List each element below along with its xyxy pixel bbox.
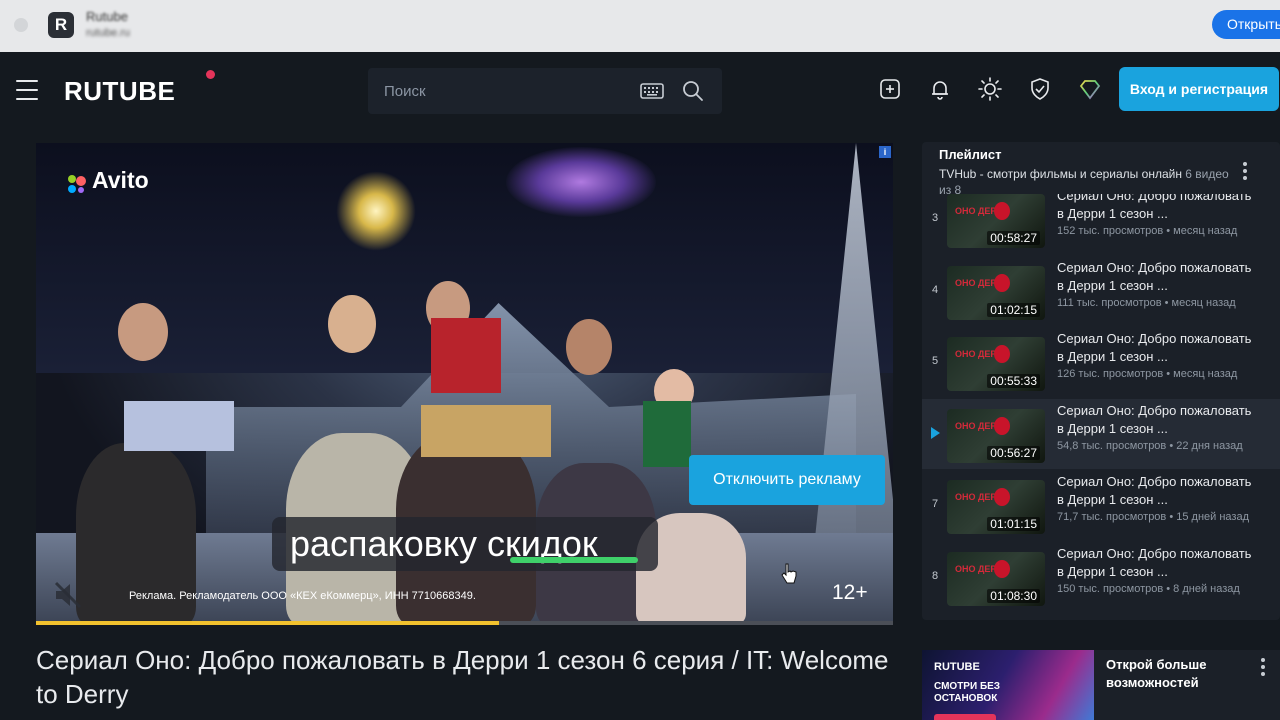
- playlist-item-title[interactable]: Сериал Оно: Добро пожаловать в Дерри 1 с…: [1057, 330, 1257, 366]
- playlist-item-title[interactable]: Сериал Оно: Добро пожаловать в Дерри 1 с…: [1057, 473, 1257, 509]
- playlist-more-icon[interactable]: [1240, 162, 1250, 182]
- playlist-item-meta: 126 тыс. просмотров • месяц назад: [1057, 368, 1238, 380]
- rutube-logo[interactable]: RUTUBE: [64, 76, 175, 107]
- ornament-icon: [206, 70, 215, 79]
- playlist-item[interactable]: 8 ОНО ДЕРРИ 01:08:30 Сериал Оно: Добро пожа…: [922, 542, 1280, 612]
- playlist-item[interactable]: 7 ОНО ДЕРРИ 01:01:15 Сериал Оно: Добро пожа…: [922, 470, 1280, 540]
- ad-person-head: [566, 319, 612, 375]
- install-app-bar: R Rutube rutube.ru Открыть: [0, 0, 1280, 52]
- playlist-item[interactable]: 3 ОНО ДЕРРИ 00:58:27 Сериал Оно: Добро пожа…: [922, 194, 1280, 254]
- playlist-item-meta: 54,8 тыс. просмотров • 22 дня назад: [1057, 439, 1243, 452]
- video-duration: 00:55:33: [987, 374, 1040, 388]
- playlist-item-number: 8: [931, 569, 939, 582]
- playlist-item-thumbnail[interactable]: ОНО ДЕРРИ 01:02:15: [947, 265, 1045, 320]
- progress-fill: [36, 621, 499, 625]
- video-duration: 01:08:30: [987, 588, 1040, 603]
- balloon-icon: [994, 559, 1010, 578]
- playlist-item-number: 4: [931, 283, 939, 296]
- theme-sun-icon[interactable]: [977, 76, 1003, 102]
- firework-gold: [336, 171, 416, 251]
- promo-more-icon[interactable]: [1258, 658, 1268, 678]
- promo-pill: [934, 714, 996, 720]
- close-dot-icon[interactable]: [14, 18, 28, 32]
- playlist-item-title[interactable]: Сериал Оно: Добро пожаловать в Дерри 1 с…: [1057, 194, 1257, 223]
- search-bar: [368, 68, 722, 114]
- age-rating: 12+: [832, 581, 868, 604]
- playlist-item-number: 7: [931, 498, 939, 510]
- playlist-title: Плейлист: [939, 147, 1002, 162]
- playlist-item-title[interactable]: Сериал Оно: Добро пожаловать в Дерри 1 с…: [1057, 402, 1257, 438]
- shield-check-icon[interactable]: [1027, 76, 1053, 102]
- playlist-item-meta: 150 тыс. просмотров • 8 дней назад: [1057, 582, 1240, 595]
- login-register-button[interactable]: Вход и регистрация: [1119, 67, 1279, 111]
- video-player[interactable]: Avito i распаковку скидок Отключить рекл…: [36, 143, 893, 625]
- upload-plus-icon[interactable]: [877, 76, 903, 102]
- search-input[interactable]: [384, 78, 624, 104]
- playlist-item-title[interactable]: Сериал Оно: Добро пожаловать в Дерри 1 с…: [1057, 259, 1257, 295]
- site-header: RUTUBE Вход и регистрация: [0, 52, 1280, 127]
- promo-logo: RUTUBE: [934, 661, 980, 673]
- muted-speaker-icon[interactable]: [50, 577, 86, 613]
- playlist-item-number: 5: [931, 355, 939, 367]
- balloon-icon: [994, 416, 1010, 435]
- menu-icon[interactable]: [16, 80, 40, 100]
- disable-ads-button[interactable]: Отключить рекламу: [689, 455, 885, 505]
- playlist-item-thumbnail[interactable]: ОНО ДЕРРИ 01:01:15: [947, 480, 1045, 534]
- playlist-item-title[interactable]: Сериал Оно: Добро пожаловать в Дерри 1 с…: [1057, 545, 1257, 581]
- diamond-premium-icon[interactable]: [1077, 76, 1103, 102]
- balloon-icon: [994, 345, 1010, 363]
- video-duration: 00:56:27: [987, 445, 1040, 460]
- promo-card[interactable]: RUTUBE СМОТРИ БЕЗ ОСТАНОВОК Открой больш…: [922, 650, 1280, 720]
- gift-box: [431, 318, 501, 393]
- playlist-items: 3 ОНО ДЕРРИ 00:58:27 Сериал Оно: Добро пожа…: [922, 194, 1280, 620]
- playlist-item[interactable]: 5 ОНО ДЕРРИ 00:55:33 Сериал Оно: Добро пожа…: [922, 327, 1280, 397]
- playlist-channel[interactable]: TVHub - смотри фильмы и сериалы онлайн: [939, 167, 1182, 181]
- playlist-item-meta: 111 тыс. просмотров • месяц назад: [1057, 296, 1236, 309]
- playlist-item[interactable]: ОНО ДЕРРИ 00:56:27 Сериал Оно: Добро пожал…: [922, 398, 1280, 469]
- promo-text[interactable]: Открой больше возможностей: [1106, 656, 1256, 692]
- gift-box: [124, 401, 234, 451]
- balloon-icon: [994, 273, 1010, 292]
- install-app-name: Rutube: [86, 9, 128, 24]
- ad-info-badge[interactable]: i: [879, 146, 891, 158]
- keyboard-icon[interactable]: [640, 81, 664, 101]
- firework-purple: [506, 147, 656, 217]
- video-title: Сериал Оно: Добро пожаловать в Дерри 1 с…: [36, 645, 889, 709]
- caption-underline: [510, 557, 638, 563]
- playlist-header: Плейлист TVHub - смотри фильмы и сериалы…: [939, 147, 1239, 198]
- ad-person-head: [328, 295, 376, 353]
- playlist-item-number: 3: [931, 212, 939, 224]
- video-duration: 01:02:15: [987, 302, 1040, 317]
- playlist-item-thumbnail[interactable]: ОНО ДЕРРИ 00:58:27: [947, 194, 1045, 248]
- rutube-app-icon: R: [48, 12, 74, 38]
- video-duration: 00:58:27: [987, 231, 1040, 245]
- playlist-item-thumbnail[interactable]: ОНО ДЕРРИ 00:55:33: [947, 337, 1045, 391]
- mouse-cursor-icon: [781, 563, 797, 584]
- install-app-url: rutube.ru: [86, 27, 131, 39]
- bell-icon[interactable]: [927, 76, 953, 102]
- gift-box: [421, 405, 551, 457]
- ad-brand-logo: Avito: [92, 167, 149, 193]
- balloon-icon: [994, 488, 1010, 506]
- ad-legal-text: Реклама. Рекламодатель ООО «КЕХ еКоммерц…: [129, 590, 476, 602]
- promo-banner[interactable]: RUTUBE СМОТРИ БЕЗ ОСТАНОВОК: [922, 650, 1094, 720]
- search-icon[interactable]: [682, 80, 704, 102]
- playlist-item-meta: 71,7 тыс. просмотров • 15 дней назад: [1057, 511, 1249, 523]
- playlist-item[interactable]: 4 ОНО ДЕРРИ 01:02:15 Сериал Оно: Добро пожа…: [922, 256, 1280, 326]
- gift-box: [643, 401, 691, 467]
- video-duration: 01:01:15: [987, 517, 1040, 531]
- playlist-panel: Плейлист TVHub - смотри фильмы и сериалы…: [922, 142, 1280, 620]
- avito-logo-icon: [68, 175, 86, 193]
- balloon-icon: [994, 202, 1010, 220]
- playlist-item-meta: 152 тыс. просмотров • месяц назад: [1057, 225, 1238, 237]
- ad-person-head: [118, 303, 168, 361]
- ad-caption-word: распаковку: [290, 523, 488, 564]
- now-playing-icon: [931, 426, 940, 439]
- open-app-button[interactable]: Открыть: [1212, 10, 1280, 39]
- playlist-item-thumbnail[interactable]: ОНО ДЕРРИ 01:08:30: [947, 551, 1045, 606]
- playlist-item-thumbnail[interactable]: ОНО ДЕРРИ 00:56:27: [947, 408, 1045, 463]
- promo-slogan: СМОТРИ БЕЗ ОСТАНОВОК: [934, 681, 1001, 704]
